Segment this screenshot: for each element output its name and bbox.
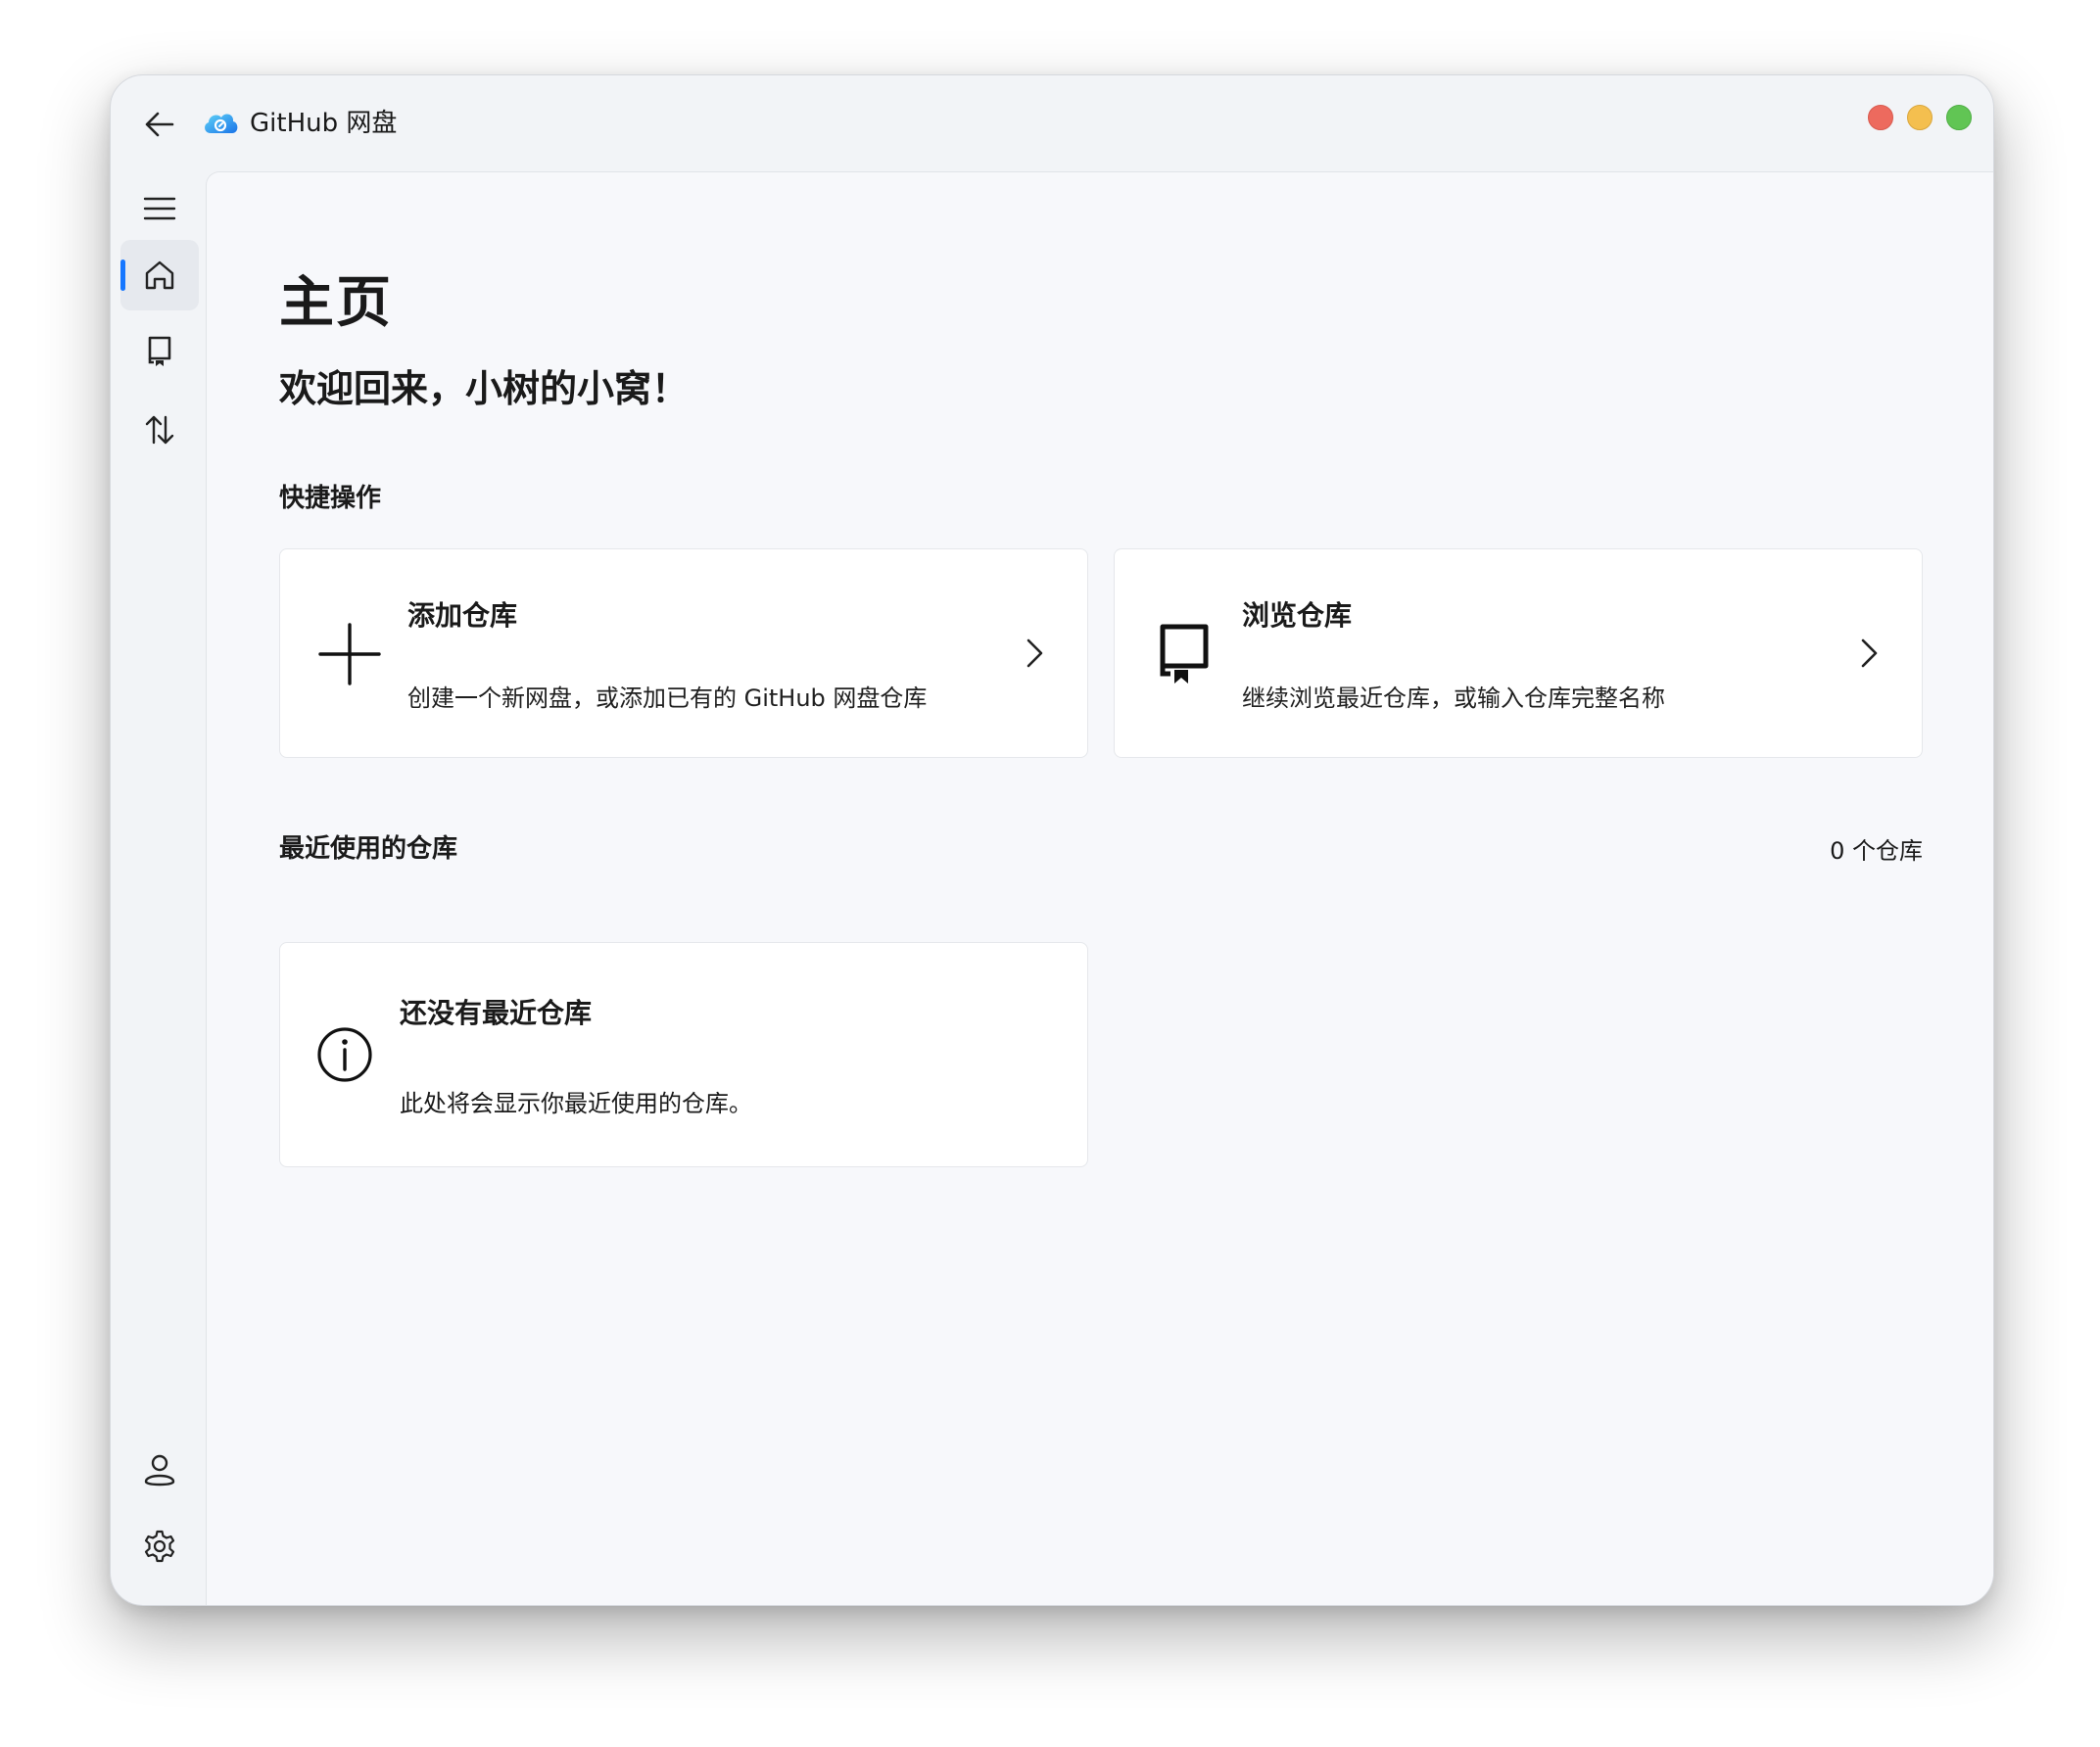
- plus-icon: [315, 620, 384, 688]
- repository-count: 0 个仓库: [1830, 837, 1923, 865]
- cloud-logo-icon: [205, 114, 238, 133]
- sidebar: [111, 171, 205, 1605]
- active-indicator: [120, 260, 125, 291]
- back-button[interactable]: [136, 101, 183, 148]
- card-title: 添加仓库: [407, 599, 518, 632]
- arrow-left-icon: [145, 112, 174, 137]
- empty-title: 还没有最近仓库: [400, 997, 593, 1029]
- recent-repositories-title: 最近使用的仓库: [279, 834, 458, 864]
- welcome-message: 欢迎回来，小树的小窝！: [279, 367, 690, 410]
- empty-recent-card: 还没有最近仓库 此处将会显示你最近使用的仓库。: [279, 942, 1088, 1167]
- card-description: 创建一个新网盘，或添加已有的 GitHub 网盘仓库: [407, 685, 928, 712]
- repository-icon: [148, 336, 171, 366]
- title-bar: GitHub 网盘: [111, 75, 1993, 171]
- page-title: 主页: [279, 271, 393, 335]
- add-repository-card[interactable]: 添加仓库 创建一个新网盘，或添加已有的 GitHub 网盘仓库: [279, 548, 1088, 758]
- repository-icon: [1150, 620, 1218, 688]
- sidebar-item-home[interactable]: [120, 240, 199, 310]
- sidebar-item-account[interactable]: [120, 1435, 199, 1505]
- user-icon: [144, 1454, 175, 1487]
- sidebar-item-settings[interactable]: [120, 1511, 199, 1582]
- hamburger-menu-icon: [143, 197, 176, 220]
- sidebar-item-repository[interactable]: [120, 316, 199, 387]
- empty-description: 此处将会显示你最近使用的仓库。: [400, 1090, 752, 1117]
- gear-icon: [144, 1530, 175, 1563]
- browse-repository-card[interactable]: 浏览仓库 继续浏览最近仓库，或输入仓库完整名称: [1114, 548, 1923, 758]
- quick-actions-title: 快捷操作: [279, 484, 382, 513]
- home-icon: [145, 260, 174, 290]
- chevron-right-icon: [1026, 638, 1043, 668]
- app-window: GitHub 网盘 主页 欢迎回来，小树的小窝！ 快捷操作 添加仓库 创建一个新…: [110, 74, 1994, 1606]
- maximize-window-button[interactable]: [1946, 105, 1972, 130]
- info-icon: [317, 1027, 372, 1082]
- card-title: 浏览仓库: [1242, 599, 1353, 632]
- main-content: 主页 欢迎回来，小树的小窝！ 快捷操作 添加仓库 创建一个新网盘，或添加已有的 …: [206, 171, 1993, 1605]
- sidebar-menu-toggle[interactable]: [120, 173, 199, 244]
- chevron-right-icon: [1861, 638, 1878, 668]
- sidebar-item-transfer[interactable]: [120, 395, 199, 465]
- card-description: 继续浏览最近仓库，或输入仓库完整名称: [1242, 685, 1665, 712]
- transfer-arrows-icon: [145, 415, 174, 445]
- app-title: GitHub 网盘: [250, 109, 398, 138]
- minimize-window-button[interactable]: [1907, 105, 1933, 130]
- close-window-button[interactable]: [1868, 105, 1893, 130]
